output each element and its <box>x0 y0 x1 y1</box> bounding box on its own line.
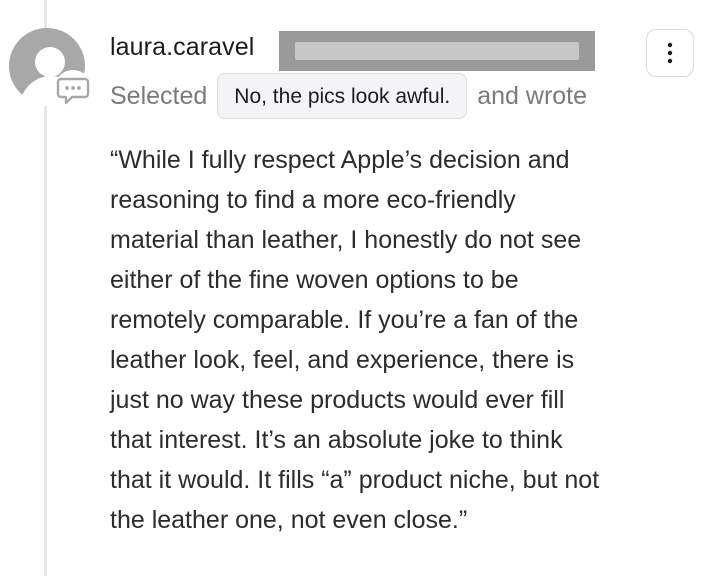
comment-line: that interest. It’s an absolute joke to … <box>110 426 563 454</box>
redacted-bar <box>295 42 579 60</box>
comment-line: material than leather, I honestly do not… <box>110 226 582 254</box>
action-line: Selected No, the pics look awful. and wr… <box>110 72 587 120</box>
comment-line: that it would. It fills “a” product nich… <box>110 466 600 494</box>
comment-body: “While I fully respect Apple’s decision … <box>110 140 706 540</box>
comment-line: the leather one, not even close.” <box>110 506 468 534</box>
default-user-avatar-icon <box>9 28 92 108</box>
action-suffix: and wrote <box>477 81 588 110</box>
selected-choice-chip[interactable]: No, the pics look awful. <box>217 73 468 119</box>
comment-line: remotely comparable. If you’re a fan of … <box>110 306 579 334</box>
comment-line: reasoning to find a more eco-friendly <box>110 186 516 214</box>
action-prefix: Selected <box>110 81 208 110</box>
avatar[interactable] <box>5 24 95 114</box>
username[interactable]: laura.caravel <box>110 30 254 64</box>
comment-line: either of the fine woven options to be <box>110 266 519 294</box>
comment-bubble-icon <box>54 70 92 108</box>
more-vertical-icon <box>667 42 673 64</box>
comment-line: leather look, feel, and experience, ther… <box>110 346 575 374</box>
redacted-area <box>279 31 595 71</box>
more-options-button[interactable] <box>646 29 694 77</box>
comment-line: “While I fully respect Apple’s decision … <box>110 146 570 174</box>
comment-line: just no way these products would ever fi… <box>110 386 565 414</box>
